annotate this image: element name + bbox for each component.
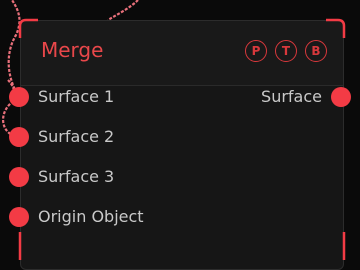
node-header[interactable]: Merge P T B [21, 21, 343, 86]
input-port-surface-1[interactable] [9, 87, 29, 107]
node-title: Merge [41, 38, 104, 62]
flag-b-button[interactable]: B [305, 40, 327, 62]
output-label-surface: Surface [261, 87, 322, 106]
input-label-surface-3: Surface 3 [38, 167, 115, 186]
output-port-surface[interactable] [331, 87, 351, 107]
flag-p-button[interactable]: P [245, 40, 267, 62]
input-label-surface-2: Surface 2 [38, 127, 115, 146]
flag-t-button[interactable]: T [275, 40, 297, 62]
wire-to-surface-1[interactable] [7, 0, 21, 98]
wire-incoming-top[interactable] [107, 0, 139, 21]
input-label-surface-1: Surface 1 [38, 87, 115, 106]
input-port-origin-object[interactable] [9, 207, 29, 227]
node-flags: P T B [245, 40, 327, 62]
input-port-surface-2[interactable] [9, 127, 29, 147]
input-port-surface-3[interactable] [9, 167, 29, 187]
input-label-origin-object: Origin Object [38, 207, 144, 226]
